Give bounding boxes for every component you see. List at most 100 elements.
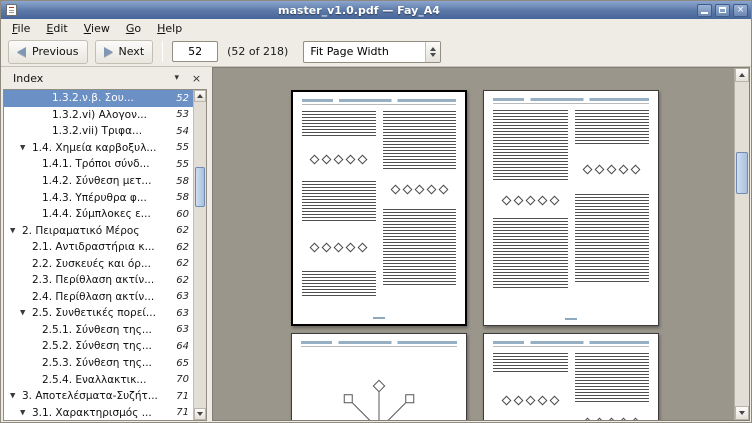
index-item[interactable]: 2.4. Περίθλαση ακτίν...63 xyxy=(4,289,193,306)
index-tree: 1.3.2.ν.β. Σου...521.3.2.vi) Αλογον...53… xyxy=(4,90,193,420)
pages-container[interactable] xyxy=(213,68,734,420)
titlebar[interactable]: master_v1.0.pdf — Fay_A4 × xyxy=(1,1,751,19)
index-item[interactable]: 2.5.1. Σύνθεση της...63 xyxy=(4,322,193,339)
index-item[interactable]: ▼2.5. Συνθετικές πορεί...63 xyxy=(4,305,193,322)
triangle-down-icon xyxy=(739,411,745,415)
maximize-button[interactable] xyxy=(715,4,730,17)
menu-edit[interactable]: Edit xyxy=(38,20,75,37)
page-53[interactable] xyxy=(483,90,659,326)
menu-view[interactable]: View xyxy=(76,20,118,37)
text-block xyxy=(575,110,650,144)
text-block xyxy=(575,353,650,403)
index-item[interactable]: 1.4.4. Σύμπλοκες ε...60 xyxy=(4,206,193,223)
text-block xyxy=(383,209,457,287)
index-item-label: 1.3.2.vii) Τριφα... xyxy=(4,125,172,137)
index-item[interactable]: 1.4.1. Τρόποι σύνδ...55 xyxy=(4,156,193,173)
sidebar-close-button[interactable]: × xyxy=(188,70,205,87)
document-view xyxy=(212,67,750,421)
document-scrollbar-thumb[interactable] xyxy=(736,152,748,194)
index-item[interactable]: ▼3.1. Χαρακτηρισμός ...71 xyxy=(4,404,193,420)
index-item[interactable]: 1.3.2.ν.β. Σου...52 xyxy=(4,90,193,107)
index-item-page: 62 xyxy=(172,242,189,253)
triangle-down-icon xyxy=(197,412,203,416)
index-item-label: 2.5. Συνθετικές πορεί... xyxy=(4,307,172,319)
text-block xyxy=(493,110,568,182)
text-block xyxy=(575,194,650,282)
page-54[interactable] xyxy=(291,333,467,421)
index-item[interactable]: 1.3.2.vii) Τριφα...54 xyxy=(4,123,193,140)
figure-structure xyxy=(302,142,376,176)
index-item[interactable]: 2.5.3. Σύνθεση της...65 xyxy=(4,355,193,372)
sidebar-scrollbar-thumb[interactable] xyxy=(195,167,205,207)
index-item-page: 71 xyxy=(172,407,189,418)
page-number-input[interactable] xyxy=(172,41,218,62)
index-item-label: 2. Πειραματικό Μέρος xyxy=(4,225,172,237)
menu-help[interactable]: Help xyxy=(149,20,190,37)
index-item-page: 62 xyxy=(172,275,189,286)
window-controls: × xyxy=(697,4,748,17)
page-header-rule xyxy=(302,104,456,105)
expander-icon[interactable]: ▼ xyxy=(10,227,15,234)
index-item[interactable]: ▼1.4. Χημεία καρβοξυλ...55 xyxy=(4,140,193,157)
index-item-label: 2.3. Περίθλαση ακτίν... xyxy=(4,274,172,286)
expander-icon[interactable]: ▼ xyxy=(20,409,25,416)
close-button[interactable]: × xyxy=(733,4,748,17)
index-item-page: 62 xyxy=(172,225,189,236)
combo-arrows-icon[interactable] xyxy=(425,42,440,62)
index-item-page: 58 xyxy=(172,176,189,187)
text-block xyxy=(302,111,376,137)
page-header-rule xyxy=(493,103,649,104)
index-item-page: 63 xyxy=(172,324,189,335)
figure-structure xyxy=(383,174,457,204)
document-icon xyxy=(6,4,17,16)
index-item[interactable]: 2.3. Περίθλαση ακτίν...62 xyxy=(4,272,193,289)
index-item-page: 71 xyxy=(172,391,189,402)
page-52[interactable] xyxy=(291,90,467,326)
maximize-icon xyxy=(719,7,726,13)
zoom-value: Fit Page Width xyxy=(304,42,425,62)
menu-file[interactable]: File xyxy=(4,20,38,37)
stepper-down-icon xyxy=(430,53,436,57)
figure-structure xyxy=(575,408,650,421)
index-item-page: 60 xyxy=(172,209,189,220)
figure-structure xyxy=(493,378,568,421)
sidebar-header: Index ▾ × xyxy=(3,67,207,89)
sidebar-scroll-up-button[interactable] xyxy=(194,90,206,102)
scroll-down-button[interactable] xyxy=(735,406,749,420)
index-item-page: 63 xyxy=(172,308,189,319)
text-block xyxy=(383,111,457,169)
page-55[interactable] xyxy=(483,333,659,421)
next-label: Next xyxy=(119,45,145,58)
scroll-up-button[interactable] xyxy=(735,68,749,82)
index-item-label: 1.3.2.vi) Αλογον... xyxy=(4,109,172,121)
index-item-label: 1.3.2.ν.β. Σου... xyxy=(4,92,172,104)
page-header-rule xyxy=(493,346,649,347)
menu-go[interactable]: Go xyxy=(118,20,149,37)
sidebar-view-selector[interactable]: Index ▾ xyxy=(5,70,185,87)
minimize-button[interactable] xyxy=(697,4,712,17)
expander-icon[interactable]: ▼ xyxy=(20,144,25,151)
arrow-right-icon xyxy=(104,47,113,57)
index-item-page: 55 xyxy=(172,142,189,153)
index-item[interactable]: 2.5.2. Σύνθεση της...64 xyxy=(4,338,193,355)
index-item[interactable]: 1.4.2. Σύνθεση μετ...58 xyxy=(4,173,193,190)
next-button[interactable]: Next xyxy=(95,40,154,64)
expander-icon[interactable]: ▼ xyxy=(10,393,15,400)
previous-button[interactable]: Previous xyxy=(8,40,88,64)
sidebar-scroll-down-button[interactable] xyxy=(194,408,206,420)
index-item[interactable]: 1.4.3. Υπέρυθρα φ...58 xyxy=(4,189,193,206)
index-item[interactable]: ▼3. Αποτελέσματα-Συζήτ...71 xyxy=(4,388,193,405)
index-item[interactable]: 2.5.4. Εναλλακτικ...70 xyxy=(4,371,193,388)
zoom-combobox[interactable]: Fit Page Width xyxy=(303,41,441,63)
index-item-label: 2.2. Συσκευές και όρ... xyxy=(4,258,172,270)
expander-icon[interactable]: ▼ xyxy=(20,310,25,317)
document-scrollbar[interactable] xyxy=(734,68,749,420)
sidebar-scrollbar[interactable] xyxy=(193,90,206,420)
window-title: master_v1.0.pdf — Fay_A4 xyxy=(21,4,697,17)
close-icon: × xyxy=(737,6,745,15)
index-item[interactable]: ▼2. Πειραματικό Μέρος62 xyxy=(4,222,193,239)
index-item[interactable]: 2.2. Συσκευές και όρ...62 xyxy=(4,255,193,272)
index-item[interactable]: 1.3.2.vi) Αλογον...53 xyxy=(4,107,193,124)
index-item[interactable]: 2.1. Αντιδραστήρια κ...62 xyxy=(4,239,193,256)
page-header xyxy=(301,341,457,344)
